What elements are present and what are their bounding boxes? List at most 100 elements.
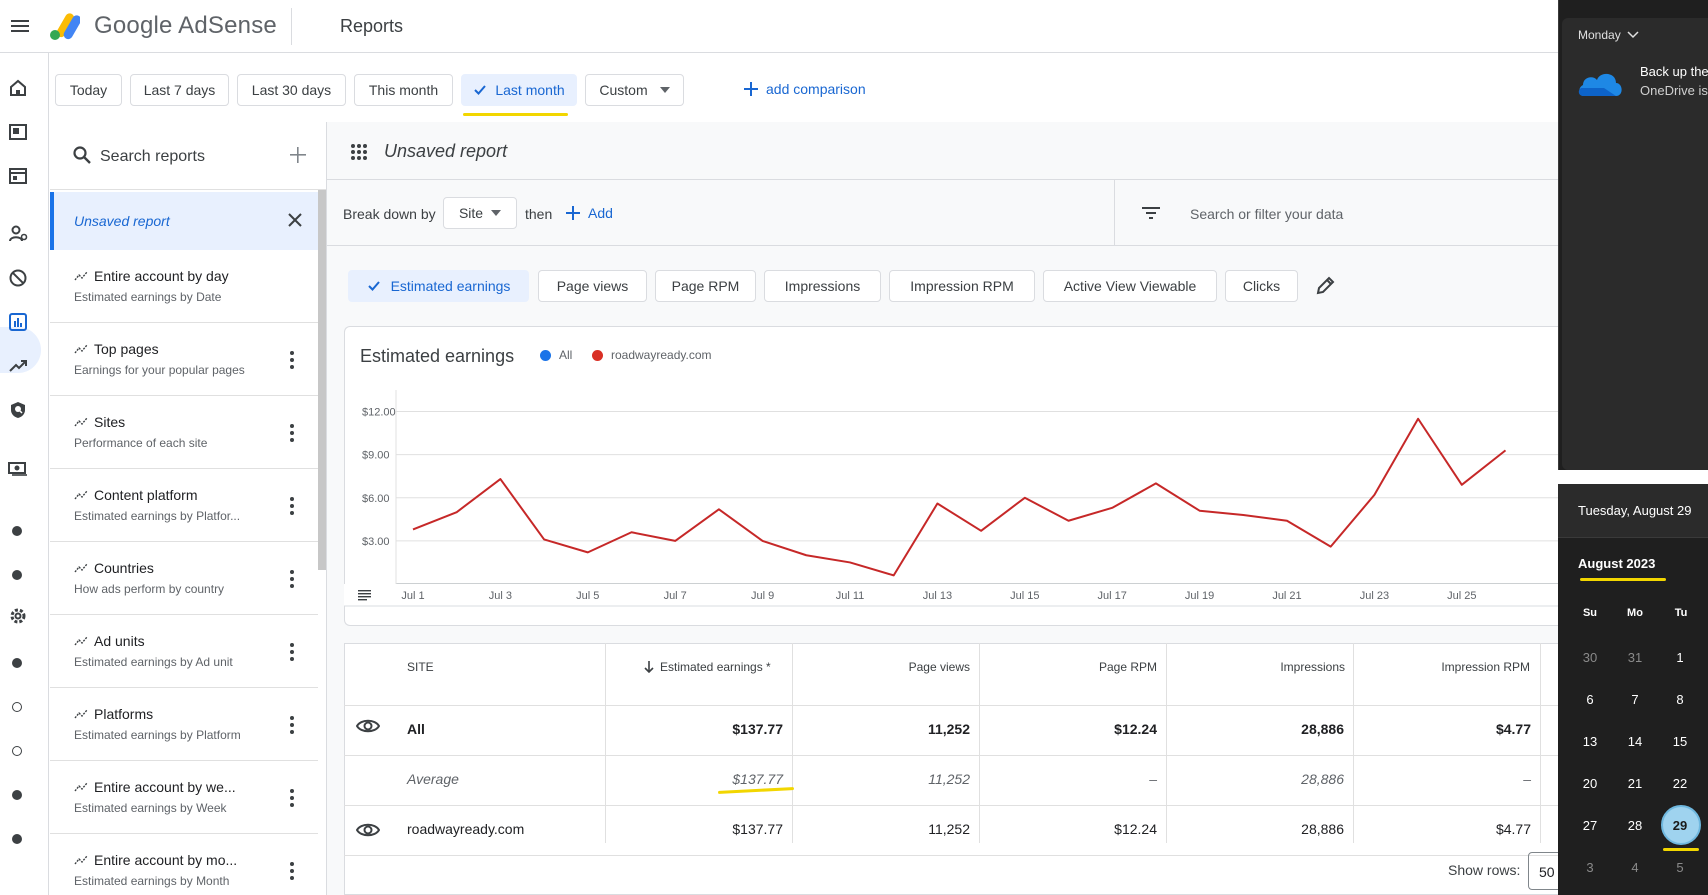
- chip-last-month[interactable]: Last month: [461, 74, 577, 106]
- calendar-day[interactable]: 1: [1662, 650, 1698, 665]
- more-options-icon[interactable]: [290, 424, 294, 445]
- calendar-day[interactable]: 7: [1617, 692, 1653, 707]
- sidebar-report-item[interactable]: Countries How ads perform by country: [50, 542, 318, 615]
- rail-ring-item[interactable]: [12, 746, 22, 756]
- sidebar-report-item[interactable]: Top pages Earnings for your popular pages: [50, 323, 318, 396]
- more-options-icon[interactable]: [290, 351, 294, 372]
- edit-metrics-pencil-icon[interactable]: [1314, 275, 1336, 302]
- reports-icon[interactable]: [6, 310, 30, 334]
- sidebar-report-item[interactable]: Sites Performance of each site: [50, 396, 318, 469]
- calendar-day[interactable]: 30: [1572, 650, 1608, 665]
- rail-dot-item[interactable]: [12, 526, 22, 536]
- apps-grid-icon[interactable]: [350, 143, 368, 166]
- rail-dot-item[interactable]: [12, 790, 22, 800]
- home-icon[interactable]: [6, 76, 30, 100]
- rail-dot-item[interactable]: [12, 570, 22, 580]
- calendar-day[interactable]: 14: [1617, 734, 1653, 749]
- report-title[interactable]: Unsaved report: [384, 141, 507, 162]
- rail-dot-item[interactable]: [12, 658, 22, 668]
- calendar-day[interactable]: 20: [1572, 776, 1608, 791]
- earnings-line-chart[interactable]: $12.00 $9.00 $6.00 $3.00 Jul 1 Jul 3 Jul 5 Jul …: [344, 390, 1558, 630]
- column-divider: [792, 643, 793, 843]
- column-header-page-rpm[interactable]: Page RPM: [1077, 660, 1157, 674]
- more-options-icon[interactable]: [290, 789, 294, 810]
- adsense-logo-icon[interactable]: [48, 10, 82, 42]
- calendar-day[interactable]: 21: [1617, 776, 1653, 791]
- more-options-icon[interactable]: [290, 716, 294, 737]
- metric-chip-page-rpm[interactable]: Page RPM: [655, 270, 756, 302]
- sidebar-report-item[interactable]: Platforms Estimated earnings by Platform: [50, 688, 318, 761]
- rail-ring-item[interactable]: [12, 702, 22, 712]
- column-header-page-views[interactable]: Page views: [890, 660, 970, 674]
- sidebar-report-item[interactable]: Entire account by mo... Estimated earning…: [50, 834, 318, 895]
- calendar-day[interactable]: 6: [1572, 692, 1608, 707]
- eye-icon[interactable]: [355, 718, 381, 739]
- row-divider: [344, 705, 1558, 706]
- chip-today[interactable]: Today: [55, 74, 122, 106]
- breakdown-dimension-select[interactable]: Site: [443, 197, 517, 229]
- search-reports-input[interactable]: Search reports: [100, 148, 205, 166]
- calendar-day[interactable]: 5: [1662, 860, 1698, 875]
- search-filter-input[interactable]: Search or filter your data: [1190, 206, 1343, 222]
- sidebar-report-item[interactable]: Entire account by day Estimated earnings …: [50, 250, 318, 323]
- metric-chip-impressions[interactable]: Impressions: [764, 270, 881, 302]
- column-header-estimated-earnings[interactable]: Estimated earnings *: [644, 660, 771, 674]
- calendar-day[interactable]: 31: [1617, 650, 1653, 665]
- sidebar-report-item[interactable]: Entire account by we... Estimated earning…: [50, 761, 318, 834]
- policy-shield-icon[interactable]: [6, 398, 30, 422]
- calendar-day[interactable]: 15: [1662, 734, 1698, 749]
- calendar-day[interactable]: 28: [1617, 818, 1653, 833]
- calendar-day[interactable]: 22: [1662, 776, 1698, 791]
- sidebar-scrollbar[interactable]: [318, 190, 326, 570]
- calendar-day[interactable]: 29: [1662, 818, 1698, 833]
- ads-icon[interactable]: [6, 164, 30, 188]
- sidebar-report-item[interactable]: Ad units Estimated earnings by Ad unit: [50, 615, 318, 688]
- metric-chip-impression-rpm[interactable]: Impression RPM: [889, 270, 1035, 302]
- payments-icon[interactable]: [6, 456, 30, 480]
- eye-icon[interactable]: [355, 822, 381, 843]
- calendar-month-label[interactable]: August 2023: [1578, 556, 1655, 571]
- metric-chip-clicks[interactable]: Clicks: [1225, 270, 1298, 302]
- chip-last-30-days[interactable]: Last 30 days: [237, 74, 346, 106]
- column-header-impressions[interactable]: Impressions: [1245, 660, 1345, 674]
- more-options-icon[interactable]: [290, 643, 294, 664]
- calendar-day[interactable]: 27: [1572, 818, 1608, 833]
- metric-chip-active-view-viewable[interactable]: Active View Viewable: [1043, 270, 1217, 302]
- metric-chip-estimated-earnings[interactable]: Estimated earnings: [348, 270, 529, 302]
- notification-day-header[interactable]: Monday: [1578, 28, 1639, 42]
- sidebar-report-item[interactable]: Content platform Estimated earnings by Pl…: [50, 469, 318, 542]
- more-options-icon[interactable]: [290, 497, 294, 518]
- metric-chip-page-views[interactable]: Page views: [538, 270, 647, 302]
- filter-icon[interactable]: [1141, 203, 1161, 228]
- calendar-day[interactable]: 8: [1662, 692, 1698, 707]
- column-header-site[interactable]: SITE: [407, 660, 434, 674]
- more-options-icon[interactable]: [290, 570, 294, 591]
- settings-gear-icon[interactable]: [6, 604, 30, 628]
- legend-item-all[interactable]: All: [540, 348, 572, 362]
- add-comparison-link[interactable]: add comparison: [744, 81, 866, 97]
- optimization-trend-icon[interactable]: [6, 354, 30, 378]
- chip-last-7-days[interactable]: Last 7 days: [130, 74, 229, 106]
- sites-icon[interactable]: [6, 120, 30, 144]
- account-people-icon[interactable]: [6, 222, 30, 246]
- close-icon[interactable]: [286, 211, 304, 234]
- calendar-day[interactable]: 4: [1617, 860, 1653, 875]
- notification-title: Back up the: [1640, 64, 1708, 79]
- brand-name[interactable]: Google AdSense: [94, 12, 277, 40]
- calendar-day[interactable]: 3: [1572, 860, 1608, 875]
- chip-this-month[interactable]: This month: [354, 74, 453, 106]
- hamburger-menu-icon[interactable]: [8, 14, 32, 38]
- calendar-today-label[interactable]: Tuesday, August 29: [1578, 503, 1691, 518]
- legend-item-roadwayready[interactable]: roadwayready.com: [592, 348, 712, 362]
- rail-dot-item[interactable]: [12, 834, 22, 844]
- search-icon[interactable]: [72, 145, 92, 170]
- calendar-day[interactable]: 13: [1572, 734, 1608, 749]
- chip-custom[interactable]: Custom: [585, 74, 684, 106]
- column-header-impression-rpm[interactable]: Impression RPM: [1410, 660, 1530, 674]
- x-tick-label: Jul 13: [923, 590, 952, 602]
- new-report-plus-icon[interactable]: [288, 145, 308, 170]
- filter-divider: [1114, 180, 1115, 246]
- add-dimension-button[interactable]: Add: [566, 205, 613, 221]
- block-controls-icon[interactable]: [6, 266, 30, 290]
- more-options-icon[interactable]: [290, 862, 294, 883]
